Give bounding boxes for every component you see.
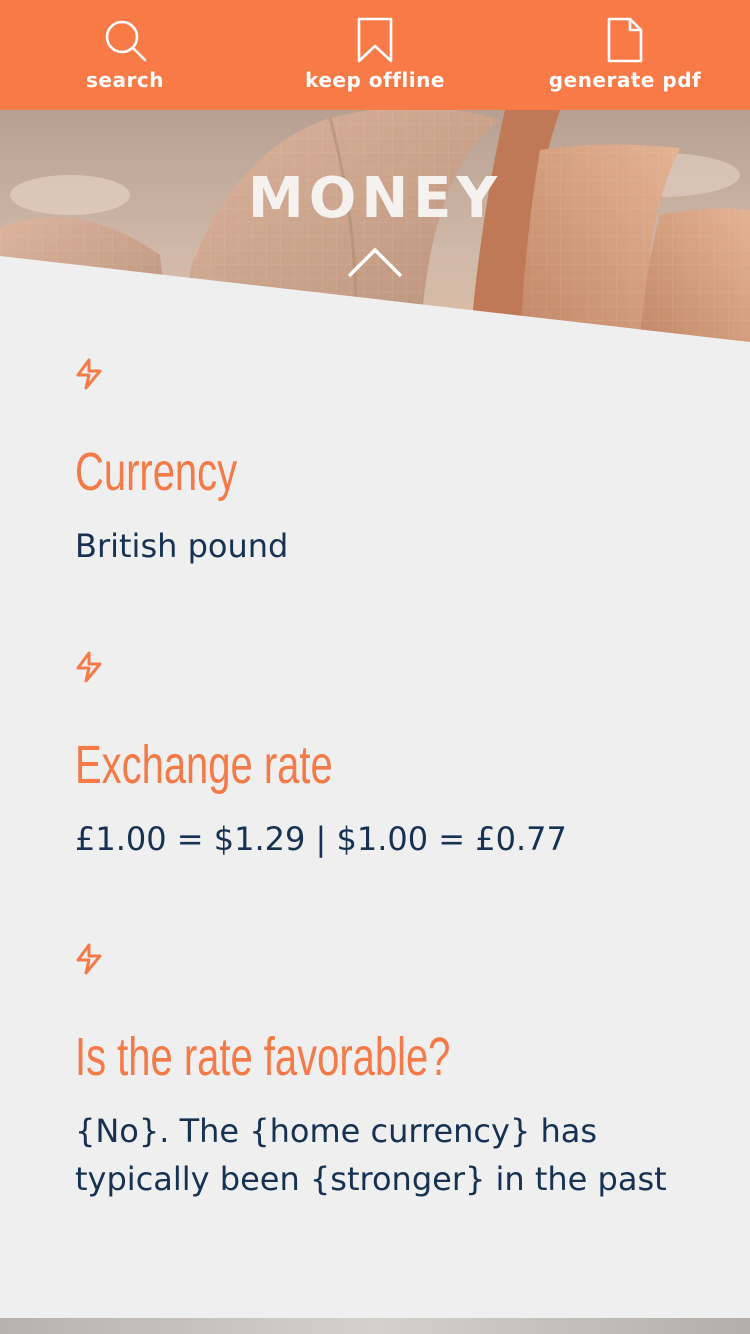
lightning-icon <box>76 943 102 975</box>
hero-banner: MONEY <box>0 110 750 342</box>
exchange-rate-value: £1.00 = $1.29 | $1.00 = £0.77 <box>75 820 567 858</box>
generate-pdf-label: generate pdf <box>548 68 702 92</box>
keep-offline-label: keep offline <box>305 68 445 92</box>
top-toolbar: search keep offline generate pdf <box>0 0 750 110</box>
lightning-icon <box>76 358 102 390</box>
document-icon <box>607 17 643 63</box>
page-title: MONEY <box>247 166 502 231</box>
search-button[interactable]: search <box>0 0 250 110</box>
next-section-image-edge <box>0 1318 750 1334</box>
generate-pdf-button[interactable]: generate pdf <box>500 0 750 110</box>
search-label: search <box>86 68 164 92</box>
exchange-rate-heading: Exchange rate <box>75 735 333 795</box>
money-details: Currency British pound Exchange rate £1.… <box>0 342 750 1218</box>
search-icon <box>105 20 147 62</box>
chevron-up-icon[interactable] <box>347 246 403 278</box>
lightning-icon <box>76 651 102 683</box>
currency-heading: Currency <box>75 442 238 502</box>
currency-section: Currency British pound <box>75 358 685 570</box>
bookmark-icon <box>357 17 393 63</box>
exchange-rate-section: Exchange rate £1.00 = $1.29 | $1.00 = £0… <box>75 651 685 863</box>
keep-offline-button[interactable]: keep offline <box>250 0 500 110</box>
rate-favorable-heading: Is the rate favorable? <box>75 1027 451 1087</box>
rate-favorable-value: {No}. The {home currency} has typically … <box>75 1112 667 1198</box>
currency-value: British pound <box>75 527 289 565</box>
rate-favorable-section: Is the rate favorable? {No}. The {home c… <box>75 943 685 1203</box>
